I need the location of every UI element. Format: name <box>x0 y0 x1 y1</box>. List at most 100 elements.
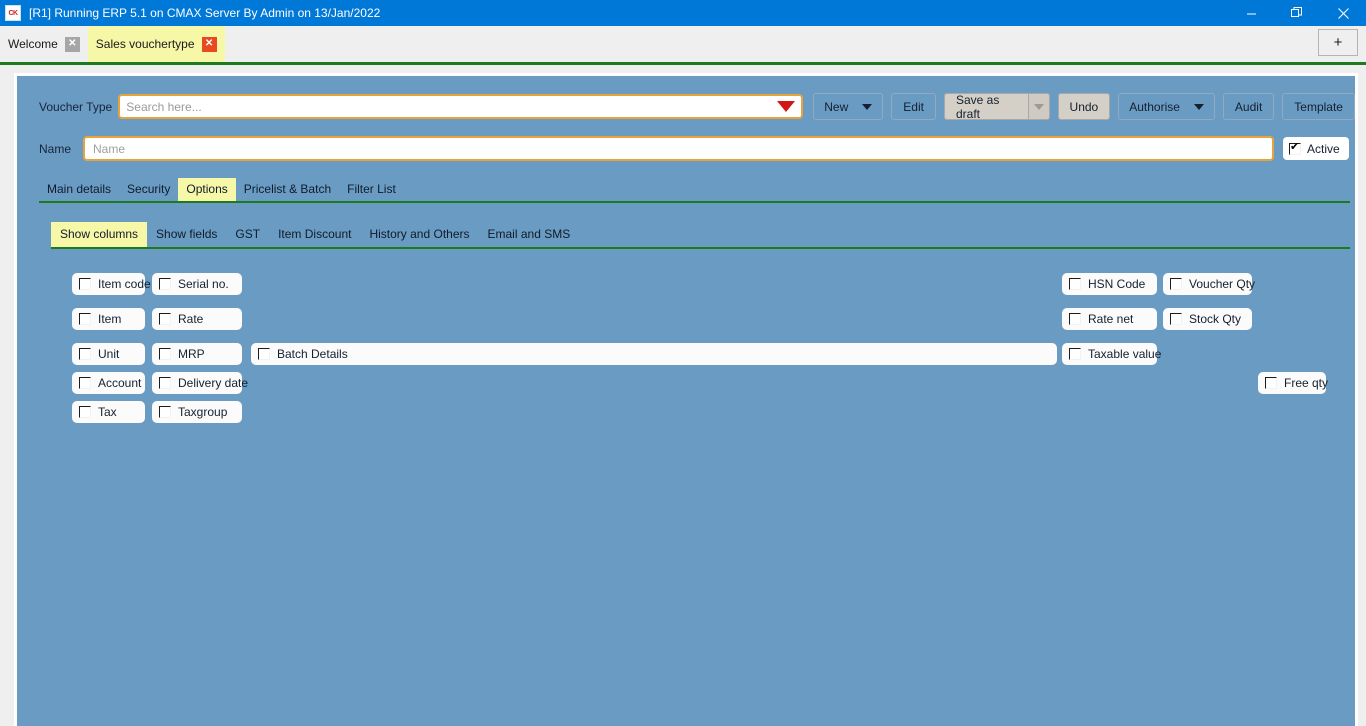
checkbox-box[interactable] <box>159 406 171 418</box>
tab-welcome-close-icon[interactable]: ✕ <box>64 36 80 52</box>
name-field-box[interactable] <box>83 136 1274 161</box>
checkbox-delivery-date[interactable]: Delivery date <box>152 372 248 394</box>
checkbox-box[interactable] <box>159 278 171 290</box>
tab-pricelist-and-batch[interactable]: Pricelist & Batch <box>236 178 339 201</box>
tab-sales-vouchertype[interactable]: Sales vouchertype ✕ <box>87 26 225 62</box>
checkbox-label: Tax <box>98 405 117 419</box>
subtab-show-fields[interactable]: Show fields <box>147 222 226 247</box>
save-as-draft-button[interactable]: Save as draft <box>943 93 1029 121</box>
checkbox-box[interactable] <box>159 348 171 360</box>
checkbox-label: Taxgroup <box>178 405 228 419</box>
chevron-down-icon <box>1033 103 1044 110</box>
window-title: [R1] Running ERP 5.1 on CMAX Server By A… <box>29 6 381 20</box>
minimize-icon[interactable] <box>1228 0 1274 26</box>
template-button[interactable]: Template <box>1282 93 1355 120</box>
app-icon: CK <box>5 5 21 21</box>
checkbox-tax[interactable]: Tax <box>72 401 145 423</box>
chevron-down-icon <box>862 103 873 110</box>
content-frame-outer: Voucher Type New Edit Save as draft Undo… <box>0 65 1366 726</box>
content-frame: Voucher Type New Edit Save as draft Undo… <box>14 73 1358 726</box>
subtab-show-columns[interactable]: Show columns <box>51 222 148 247</box>
checkbox-rate[interactable]: Rate <box>152 308 242 330</box>
checkbox-box[interactable] <box>79 406 91 418</box>
voucher-type-label: Voucher Type <box>39 99 113 114</box>
checkbox-label: MRP <box>178 347 205 361</box>
checkbox-box[interactable] <box>159 377 171 389</box>
subtab-gst[interactable]: GST <box>226 222 269 247</box>
checkbox-box[interactable] <box>1265 377 1277 389</box>
active-checkbox[interactable]: Active <box>1283 137 1349 160</box>
audit-button[interactable]: Audit <box>1222 93 1275 120</box>
save-as-draft-dropdown-button[interactable] <box>1028 93 1050 120</box>
new-tab-wrapper: + <box>1318 29 1358 56</box>
checkbox-box[interactable] <box>1069 348 1081 360</box>
checkbox-box[interactable] <box>79 278 91 290</box>
authorise-button[interactable]: Authorise <box>1118 93 1215 120</box>
checkbox-mrp[interactable]: MRP <box>152 343 242 365</box>
name-input[interactable] <box>93 141 1264 156</box>
save-as-draft-split-button: Save as draft <box>943 93 1050 121</box>
document-tab-strip: Welcome ✕ Sales vouchertype ✕ + <box>0 26 1366 62</box>
checkbox-batch-details[interactable]: Batch Details <box>251 343 1057 365</box>
checkbox-box[interactable] <box>1170 313 1182 325</box>
new-tab-button[interactable]: + <box>1318 29 1358 56</box>
sub-tabs: Show columns Show fields GST Item Discou… <box>51 222 1350 249</box>
checkbox-box[interactable] <box>79 377 91 389</box>
checkbox-box[interactable] <box>159 313 171 325</box>
checkbox-account[interactable]: Account <box>72 372 145 394</box>
checkbox-box[interactable] <box>79 348 91 360</box>
checkbox-unit[interactable]: Unit <box>72 343 145 365</box>
tab-sales-vouchertype-close-icon[interactable]: ✕ <box>201 36 217 52</box>
title-bar: CK [R1] Running ERP 5.1 on CMAX Server B… <box>0 0 1366 26</box>
voucher-type-search-box[interactable] <box>118 94 804 119</box>
tab-filter-list[interactable]: Filter List <box>339 178 404 201</box>
voucher-type-row: Voucher Type New Edit Save as draft Undo… <box>17 76 1355 121</box>
undo-button[interactable]: Undo <box>1057 93 1111 120</box>
checkbox-item-code[interactable]: Item code <box>72 273 151 295</box>
toolbar: New Edit Save as draft Undo Authorise Au… <box>813 93 1355 121</box>
checkbox-taxgroup[interactable]: Taxgroup <box>152 401 242 423</box>
checkbox-label: Taxable value <box>1088 347 1162 361</box>
subtab-item-discount[interactable]: Item Discount <box>269 222 360 247</box>
checkbox-voucher-qty[interactable]: Voucher Qty <box>1163 273 1256 295</box>
checkbox-box[interactable] <box>1069 278 1081 290</box>
dropdown-caret-icon[interactable] <box>777 101 796 112</box>
show-columns-checkbox-grid: Item code Serial no. HSN Code Voucher Qty It… <box>17 271 1355 451</box>
checkbox-label: Serial no. <box>178 277 229 291</box>
close-icon[interactable] <box>1320 0 1366 26</box>
checkbox-label: Item <box>98 312 122 326</box>
active-checkbox-box[interactable] <box>1289 142 1301 155</box>
checkbox-label: Stock Qty <box>1189 312 1242 326</box>
checkbox-box[interactable] <box>258 348 270 360</box>
checkbox-label: Account <box>98 376 142 390</box>
checkbox-stock-qty[interactable]: Stock Qty <box>1163 308 1252 330</box>
checkbox-label: Free qty <box>1284 376 1329 390</box>
checkbox-box[interactable] <box>1069 313 1081 325</box>
authorise-button-label: Authorise <box>1129 99 1180 114</box>
checkbox-serial-no[interactable]: Serial no. <box>152 273 242 295</box>
tab-options[interactable]: Options <box>178 178 236 201</box>
checkbox-hsn-code[interactable]: HSN Code <box>1062 273 1157 295</box>
subtab-history-and-others[interactable]: History and Others <box>360 222 478 247</box>
tab-welcome[interactable]: Welcome ✕ <box>0 26 88 62</box>
restore-icon[interactable] <box>1274 0 1320 26</box>
chevron-down-icon <box>1193 103 1204 110</box>
checkbox-label: Voucher Qty <box>1189 277 1256 291</box>
tab-security[interactable]: Security <box>119 178 178 201</box>
subtab-email-and-sms[interactable]: Email and SMS <box>479 222 580 247</box>
checkbox-label: Item code <box>98 277 151 291</box>
checkbox-rate-net[interactable]: Rate net <box>1062 308 1157 330</box>
new-button[interactable]: New <box>813 93 884 120</box>
checkbox-box[interactable] <box>1170 278 1182 290</box>
checkbox-item[interactable]: Item <box>72 308 145 330</box>
checkbox-label: Unit <box>98 347 120 361</box>
tab-welcome-label: Welcome <box>8 37 58 51</box>
checkbox-box[interactable] <box>79 313 91 325</box>
checkbox-taxable-value[interactable]: Taxable value <box>1062 343 1161 365</box>
checkbox-free-qty[interactable]: Free qty <box>1258 372 1329 394</box>
main-tabs: Main details Security Options Pricelist … <box>39 178 1350 203</box>
tab-main-details[interactable]: Main details <box>39 178 119 201</box>
edit-button[interactable]: Edit <box>891 93 936 120</box>
voucher-type-search-input[interactable] <box>126 99 772 114</box>
name-label: Name <box>39 141 72 156</box>
